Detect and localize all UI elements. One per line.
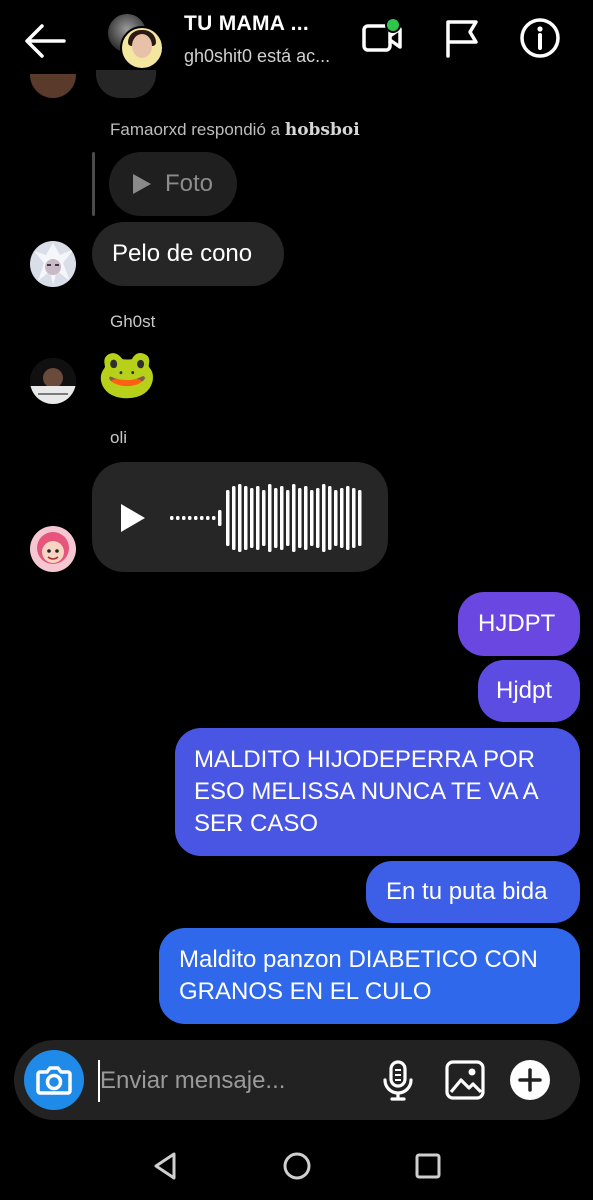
chat-title[interactable]: TU MAMA ... [184, 12, 309, 36]
voice-message[interactable] [92, 462, 388, 572]
message-bubble-outgoing[interactable]: En tu puta bida [366, 861, 580, 923]
play-icon[interactable] [121, 504, 145, 532]
avatar [30, 74, 76, 98]
avatar[interactable] [30, 358, 76, 404]
reply-bar [92, 152, 95, 216]
sender-name: oli [110, 428, 128, 447]
microphone-icon[interactable] [376, 1058, 420, 1102]
sender-name: Gh0st [110, 312, 156, 331]
message-bubble-outgoing[interactable]: MALDITO HIJODEPERRA POR ESO MELISSA NUNC… [175, 728, 580, 856]
system-nav-bar [0, 1130, 593, 1200]
waveform [170, 484, 362, 552]
avatar[interactable] [30, 241, 76, 287]
message-bubble-outgoing[interactable]: Hjdpt [478, 660, 580, 722]
chat-header: TU MAMA ... gh0shit0 está ac... [0, 0, 593, 88]
image-gallery-icon[interactable] [443, 1058, 487, 1102]
nav-back-icon[interactable] [146, 1148, 186, 1184]
message-bubble-outgoing[interactable]: Maldito panzon DIABETICO CON GRANOS EN E… [159, 928, 580, 1024]
camera-icon [36, 1066, 72, 1095]
message-bubble[interactable]: Pelo de cono [92, 222, 284, 286]
group-avatar[interactable] [106, 12, 164, 70]
flag-icon[interactable] [440, 16, 484, 60]
avatar[interactable] [30, 526, 76, 572]
video-call-icon[interactable] [360, 16, 404, 60]
nav-recents-icon[interactable] [408, 1148, 448, 1184]
online-indicator [385, 17, 401, 33]
play-icon [133, 174, 151, 194]
frog-sticker[interactable]: 🐸 [97, 346, 157, 402]
message-input[interactable] [98, 1060, 352, 1102]
info-icon[interactable] [518, 16, 562, 60]
nav-home-icon[interactable] [277, 1148, 317, 1184]
avatar [120, 26, 164, 70]
message-bubble-outgoing[interactable]: HJDPT [458, 592, 580, 656]
message-bubble[interactable] [96, 70, 156, 98]
reply-preview-photo[interactable]: Foto [109, 152, 237, 216]
message-composer [14, 1040, 580, 1120]
plus-icon[interactable] [508, 1058, 552, 1102]
camera-button[interactable] [24, 1050, 84, 1110]
back-arrow-icon[interactable] [22, 22, 66, 60]
chat-status: gh0shit0 está ac... [184, 46, 331, 66]
reply-note: Famaorxd respondió a hobsboi [110, 120, 360, 140]
